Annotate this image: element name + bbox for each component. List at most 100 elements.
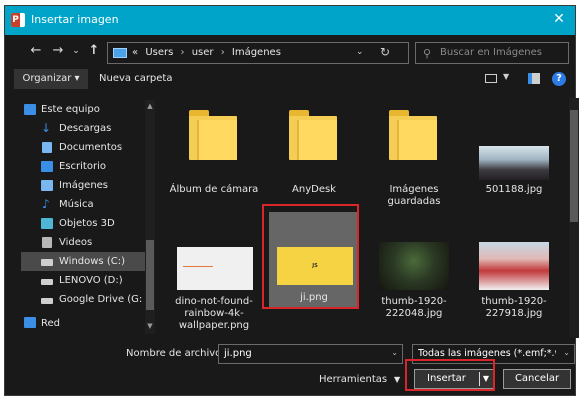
- sidebar-item-este-equipo[interactable]: Este equipo: [21, 100, 154, 119]
- file-label: thumb-1920-227918.jpg: [481, 296, 547, 319]
- cancel-button[interactable]: Cancelar: [503, 369, 571, 389]
- help-icon[interactable]: ?: [552, 72, 566, 86]
- file-label: dino-not-found-rainbow-4k-wallpaper.png: [175, 296, 253, 331]
- organize-button[interactable]: Organizar ▾: [14, 69, 88, 89]
- sidebar-item-label: Videos: [59, 237, 93, 248]
- back-arrow-icon[interactable]: ←: [27, 43, 45, 59]
- recent-locations-icon[interactable]: ⌄: [67, 43, 85, 59]
- window-title: Insertar imagen: [31, 13, 119, 26]
- sidebar-item-label: Este equipo: [41, 104, 100, 115]
- file-label: Imágenes guardadas: [387, 184, 441, 207]
- breadcrumb-users[interactable]: Users: [145, 47, 173, 58]
- sidebar-item-label: Windows (C:): [59, 256, 125, 267]
- sidebar-item-objetos-3d[interactable]: Objetos 3D: [21, 214, 154, 233]
- drive-icon: [41, 279, 53, 285]
- breadcrumb-separator: ›: [220, 47, 225, 58]
- image-thumbnail: [177, 247, 253, 290]
- file-501188-jpg[interactable]: 501188.jpg: [469, 98, 559, 223]
- scroll-up-icon[interactable]: ▲: [146, 102, 154, 110]
- insert-image-dialog: Insertar imagen ✕ ← → ⌄ ↑ « Users › user…: [4, 5, 579, 396]
- sidebar-item-lenovo-d[interactable]: LENOVO (D:): [21, 271, 154, 290]
- file-list-scrollbar[interactable]: [569, 98, 579, 338]
- sidebar-item-google-drive[interactable]: Google Drive (G:: [21, 290, 154, 309]
- sidebar-item-windows-c[interactable]: Windows (C:): [21, 252, 154, 271]
- search-icon: ⚲: [423, 47, 432, 60]
- image-thumbnail: [379, 242, 449, 290]
- breadcrumb: « Users › user › Imágenes: [132, 47, 281, 58]
- file-list: Álbum de cámara AnyDesk Imágenes guardad…: [165, 98, 571, 338]
- 3d-objects-icon: [41, 218, 53, 229]
- scrollbar-thumb[interactable]: [146, 240, 154, 310]
- search-box[interactable]: ⚲ Buscar en Imágenes: [415, 42, 569, 64]
- chevron-down-icon[interactable]: ⌄: [356, 47, 364, 57]
- preview-pane-icon[interactable]: [528, 73, 540, 84]
- filename-value: ji.png: [224, 348, 252, 359]
- file-thumb-1920-222048-jpg[interactable]: thumb-1920-222048.jpg: [369, 238, 459, 334]
- up-folder-icon[interactable]: ↑: [85, 43, 103, 59]
- sidebar-item-imagenes[interactable]: Imágenes: [21, 176, 154, 195]
- search-input[interactable]: Buscar en Imágenes: [440, 47, 542, 58]
- new-folder-button[interactable]: Nueva carpeta: [99, 73, 172, 84]
- close-icon[interactable]: ✕: [549, 9, 569, 29]
- tools-button[interactable]: Herramientas: [319, 374, 387, 385]
- scroll-down-icon[interactable]: ▼: [146, 322, 154, 330]
- view-options-icon[interactable]: [485, 74, 497, 83]
- navigation-bar: ← → ⌄ ↑ « Users › user › Imágenes ⌄ ↻ ⚲ …: [5, 35, 575, 67]
- navigation-pane: Este equipo ↓ Descargas Documentos Escri…: [21, 100, 154, 336]
- chevron-down-icon[interactable]: ⌄: [563, 348, 570, 357]
- breadcrumb-user[interactable]: user: [192, 47, 214, 58]
- sidebar-item-label: Documentos: [59, 142, 123, 153]
- refresh-icon[interactable]: ↻: [380, 45, 390, 59]
- file-type-value: Todas las imágenes (*.emf;*.wm: [418, 348, 556, 359]
- folder-album-de-camara[interactable]: Álbum de cámara: [169, 98, 259, 223]
- image-thumbnail: [479, 146, 549, 180]
- file-label: thumb-1920-222048.jpg: [381, 296, 447, 319]
- folder-imagenes-guardadas[interactable]: Imágenes guardadas: [369, 98, 459, 223]
- command-toolbar: Organizar ▾ Nueva carpeta ▼ ?: [5, 67, 575, 93]
- sidebar-item-documentos[interactable]: Documentos: [21, 138, 154, 157]
- sidebar-item-label: Imágenes: [59, 180, 109, 191]
- document-icon: [42, 142, 52, 153]
- file-thumb-1920-227918-jpg[interactable]: thumb-1920-227918.jpg: [469, 238, 559, 334]
- forward-arrow-icon[interactable]: →: [49, 43, 67, 59]
- music-note-icon: ♪: [42, 197, 50, 211]
- drive-icon: [41, 259, 53, 266]
- sidebar-item-label: Red: [41, 318, 60, 329]
- network-icon: [24, 317, 36, 328]
- sidebar-item-label: Descargas: [59, 123, 112, 134]
- sidebar-item-red[interactable]: Red: [21, 309, 154, 329]
- highlight-box: [405, 359, 495, 391]
- chevron-down-icon[interactable]: ⌄: [391, 348, 398, 357]
- breadcrumb-imagenes[interactable]: Imágenes: [232, 47, 281, 58]
- sidebar-item-videos[interactable]: Videos: [21, 233, 154, 252]
- folder-icon: [189, 110, 237, 160]
- sidebar-item-label: LENOVO (D:): [59, 275, 123, 286]
- folder-icon: [389, 110, 437, 160]
- sidebar-item-descargas[interactable]: ↓ Descargas: [21, 119, 154, 138]
- sidebar-item-label: Música: [59, 199, 94, 210]
- file-dino-not-found-png[interactable]: dino-not-found-rainbow-4k-wallpaper.png: [169, 238, 259, 334]
- filename-label: Nombre de archivo:: [126, 348, 225, 359]
- sidebar-scrollbar[interactable]: ▲ ▼: [145, 100, 155, 334]
- breadcrumb-separator: ›: [180, 47, 185, 58]
- sidebar-item-label: Escritorio: [59, 161, 106, 172]
- sidebar-item-label: Objetos 3D: [59, 218, 115, 229]
- image-thumbnail: [479, 242, 549, 290]
- highlight-box: [262, 204, 359, 309]
- chevron-down-icon[interactable]: ▼: [503, 72, 509, 81]
- title-bar[interactable]: Insertar imagen ✕: [5, 6, 575, 35]
- drive-icon: [41, 298, 53, 304]
- filename-input[interactable]: ji.png ⌄: [218, 344, 403, 364]
- chevron-down-icon[interactable]: ▼: [394, 375, 400, 384]
- sidebar-item-musica[interactable]: ♪ Música: [21, 195, 154, 214]
- file-label: 501188.jpg: [485, 184, 543, 195]
- powerpoint-icon: [11, 13, 25, 27]
- video-icon: [42, 237, 52, 248]
- sidebar-item-label: Google Drive (G:: [59, 294, 143, 305]
- address-bar[interactable]: « Users › user › Imágenes ⌄ ↻: [107, 42, 409, 64]
- download-arrow-icon: ↓: [41, 121, 52, 135]
- pictures-icon: [41, 180, 53, 191]
- breadcrumb-overflow[interactable]: «: [132, 47, 138, 58]
- scrollbar-thumb[interactable]: [570, 110, 578, 222]
- sidebar-item-escritorio[interactable]: Escritorio: [21, 157, 154, 176]
